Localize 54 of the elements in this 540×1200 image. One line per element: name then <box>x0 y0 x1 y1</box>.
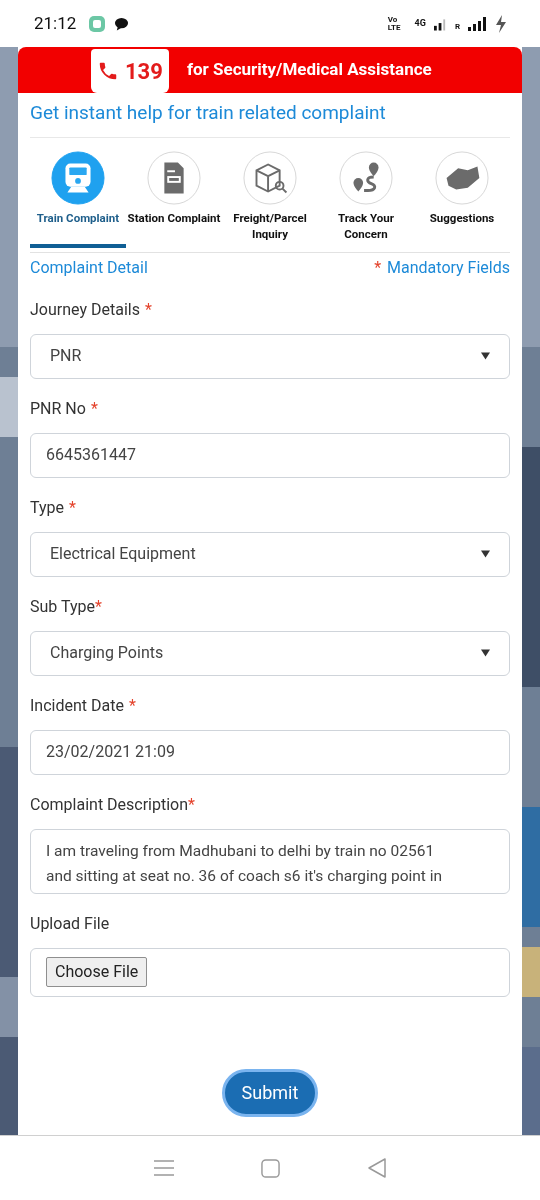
required-mark: * <box>374 256 382 279</box>
roaming-label: R <box>454 21 460 33</box>
category-tab[interactable]: Train Complaint <box>30 150 126 248</box>
menu-icon[interactable] <box>153 1160 174 1176</box>
submit-button[interactable]: Submit <box>221 1068 319 1117</box>
caret-icon <box>481 649 490 657</box>
category-tab[interactable]: Suggestions <box>414 150 510 248</box>
required-mark: * <box>95 595 102 618</box>
page-title: Get instant help for train related complaint <box>30 99 510 138</box>
network-type-label: 4G <box>414 16 426 30</box>
required-mark: * <box>188 793 195 816</box>
signal-icon <box>468 16 488 31</box>
helpline-badge[interactable]: 139 <box>91 49 169 93</box>
category-tab[interactable]: Freight/Parcel Inquiry <box>222 150 318 248</box>
home-icon[interactable] <box>260 1158 280 1178</box>
category-tab[interactable]: Station Complaint <box>126 150 222 248</box>
input-field[interactable]: 23/02/2021 21:09 <box>30 729 510 775</box>
volte-label: LTE <box>387 23 401 32</box>
volte-label: Vo <box>387 15 399 24</box>
dropdown-field[interactable]: Charging Points <box>30 630 510 676</box>
phone-icon <box>97 60 119 82</box>
field-label: Journey Details <box>30 298 140 321</box>
mandatory-note: Mandatory Fields <box>387 256 510 279</box>
app-notification-icon <box>88 14 107 33</box>
route-pin-icon <box>339 150 393 205</box>
required-mark: * <box>89 397 98 420</box>
signal-icon <box>433 16 447 31</box>
caret-icon <box>481 550 490 558</box>
field-label: Incident Date <box>30 694 124 717</box>
parcel-search-icon <box>243 150 297 205</box>
field-label: Complaint Description <box>30 793 189 816</box>
document-icon <box>147 150 201 205</box>
helpline-number: 139 <box>125 57 163 86</box>
train-icon <box>51 150 105 205</box>
required-mark: * <box>127 694 136 717</box>
chat-bubble-icon <box>114 16 130 31</box>
field-label: Sub Type <box>30 595 95 618</box>
field-label: Type <box>30 496 65 519</box>
required-mark: * <box>68 496 76 519</box>
input-field[interactable]: 6645361447 <box>30 432 510 478</box>
section-title: Complaint Detail <box>30 256 148 279</box>
required-mark: * <box>143 298 152 321</box>
back-icon[interactable] <box>366 1157 387 1179</box>
field-label: PNR No <box>30 397 86 420</box>
dropdown-field[interactable]: PNR <box>30 333 510 379</box>
charging-icon <box>496 14 506 33</box>
field-label: Upload File <box>30 912 110 935</box>
caret-icon <box>481 352 490 360</box>
category-tab[interactable]: Track Your Concern <box>318 150 414 248</box>
choose-file-button[interactable]: Choose File <box>46 957 148 987</box>
dropdown-field[interactable]: Electrical Equipment <box>30 531 510 577</box>
status-time: 21:12 <box>34 11 77 35</box>
helpline-text: for Security/Medical Assistance <box>186 58 432 82</box>
textarea-field[interactable]: I am traveling from Madhubani to delhi by train no 02561 and sitting at seat no. 36 of coach s6 it's charging point in <box>30 828 510 894</box>
